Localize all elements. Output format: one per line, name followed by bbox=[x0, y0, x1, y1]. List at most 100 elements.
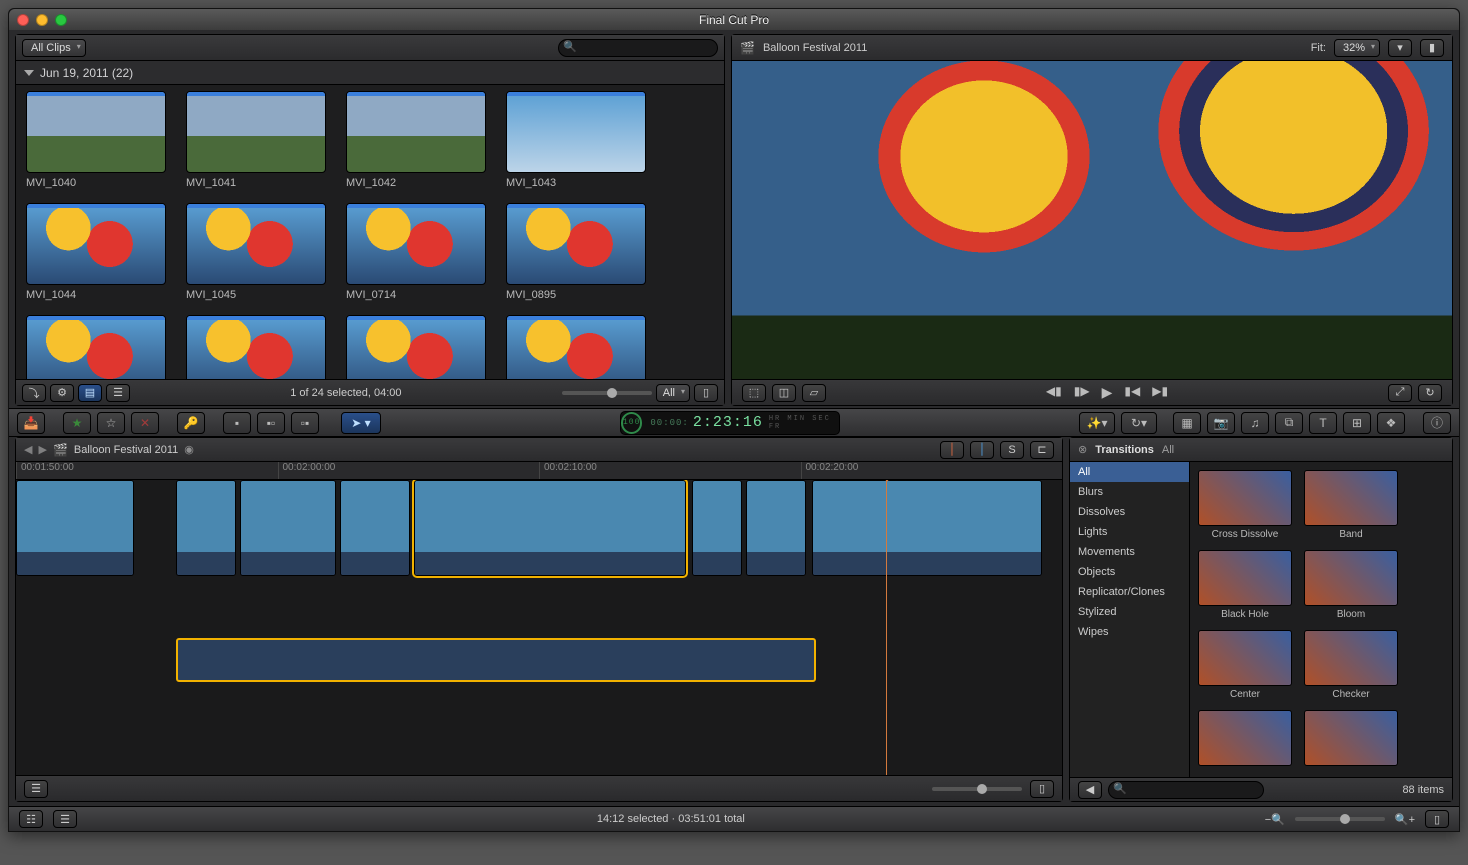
history-back-button[interactable]: ◀ bbox=[24, 443, 32, 456]
prev-edit-button[interactable]: ▮◀ bbox=[1124, 384, 1140, 401]
import-button[interactable]: ⤵ bbox=[22, 384, 46, 402]
rss-icon[interactable]: ◉ bbox=[184, 443, 194, 456]
event-header[interactable]: Jun 19, 2011 (22) bbox=[16, 61, 724, 85]
search-input[interactable] bbox=[558, 39, 718, 57]
clip-item[interactable] bbox=[506, 315, 646, 379]
transition-item[interactable]: Black Hole bbox=[1198, 550, 1292, 620]
clip-appearance-button[interactable]: ▯ bbox=[1030, 780, 1054, 798]
audio-skimming-icon[interactable]: ⎮ bbox=[970, 441, 994, 459]
transition-item[interactable]: Cross Dissolve bbox=[1198, 470, 1292, 540]
clip-item[interactable]: MVI_1041 bbox=[186, 91, 326, 189]
zoom-in-icon[interactable]: 🔍+ bbox=[1395, 813, 1415, 826]
category-item[interactable]: All bbox=[1070, 462, 1189, 482]
category-item[interactable]: Replicator/Clones bbox=[1070, 582, 1189, 602]
transition-item[interactable]: Center bbox=[1198, 630, 1292, 700]
clip-height-icon[interactable]: ▯ bbox=[1425, 810, 1449, 828]
clip-item[interactable] bbox=[346, 315, 486, 379]
zoom-out-icon[interactable]: −🔍 bbox=[1265, 813, 1285, 826]
category-item[interactable]: Dissolves bbox=[1070, 502, 1189, 522]
audio-clip[interactable] bbox=[176, 638, 816, 682]
titles-browser-icon[interactable]: T bbox=[1309, 412, 1337, 434]
zoom-dropdown[interactable]: 32% bbox=[1334, 39, 1380, 57]
unrate-button[interactable]: ☆ bbox=[97, 412, 125, 434]
effects-browser-icon[interactable]: ▦ bbox=[1173, 412, 1201, 434]
timecode-display[interactable]: 100 00:00: 2:23:16 HR MIN SEC FR bbox=[620, 411, 840, 435]
connect-clip-button[interactable]: ▪ bbox=[223, 412, 251, 434]
settings-gear-icon[interactable]: ⚙ bbox=[50, 384, 74, 402]
fullscreen-icon[interactable]: ⤢ bbox=[1388, 384, 1412, 402]
category-item[interactable]: Wipes bbox=[1070, 622, 1189, 642]
viewer-canvas[interactable] bbox=[732, 61, 1452, 379]
clip-item[interactable] bbox=[26, 315, 166, 379]
category-item[interactable]: Movements bbox=[1070, 542, 1189, 562]
transition-item[interactable]: Checker bbox=[1304, 630, 1398, 700]
themes-browser-icon[interactable]: ❖ bbox=[1377, 412, 1405, 434]
category-item[interactable]: Stylized bbox=[1070, 602, 1189, 622]
music-browser-icon[interactable]: ♫ bbox=[1241, 412, 1269, 434]
history-fwd-button[interactable]: ▶ bbox=[38, 443, 46, 456]
next-edit-button[interactable]: ▶▮ bbox=[1152, 384, 1168, 401]
transitions-browser-icon[interactable]: ⧉ bbox=[1275, 412, 1303, 434]
background-tasks-icon[interactable]: ☷ bbox=[19, 810, 43, 828]
clip-appearance-icon[interactable]: ▯ bbox=[694, 384, 718, 402]
clip-filter-dropdown[interactable]: All Clips bbox=[22, 39, 86, 57]
reject-button[interactable]: ✕ bbox=[131, 412, 159, 434]
inspector-icon[interactable]: ⓘ bbox=[1423, 412, 1451, 434]
transition-label: Bloom bbox=[1304, 609, 1398, 620]
insert-clip-button[interactable]: ▪▫ bbox=[257, 412, 285, 434]
timeline-body[interactable] bbox=[16, 480, 1062, 775]
filmstrip-view-icon[interactable]: ▤ bbox=[78, 384, 102, 402]
playhead[interactable] bbox=[886, 480, 887, 775]
transform-icon[interactable]: ⬚ bbox=[742, 384, 766, 402]
enhance-button[interactable]: ✨▾ bbox=[1079, 412, 1115, 434]
solo-icon[interactable]: S bbox=[1000, 441, 1024, 459]
import-media-button[interactable]: 📥 bbox=[17, 412, 45, 434]
distort-icon[interactable]: ▱ bbox=[802, 384, 826, 402]
timeline-ruler[interactable]: 00:01:50:0000:02:00:0000:02:10:0000:02:2… bbox=[16, 462, 1062, 480]
clip-item[interactable]: MVI_1042 bbox=[346, 91, 486, 189]
clip-item[interactable]: MVI_1043 bbox=[506, 91, 646, 189]
global-zoom-slider[interactable] bbox=[1295, 817, 1385, 821]
select-tool-button[interactable]: ➤ ▾ bbox=[341, 412, 381, 434]
transitions-search-input[interactable] bbox=[1108, 781, 1264, 799]
category-item[interactable]: Objects bbox=[1070, 562, 1189, 582]
skimming-icon[interactable]: ⎮ bbox=[940, 441, 964, 459]
snapping-icon[interactable]: ⊏ bbox=[1030, 441, 1054, 459]
browser-filter-dropdown[interactable]: All bbox=[656, 384, 690, 402]
transition-item[interactable] bbox=[1198, 710, 1292, 769]
disclosure-triangle-icon[interactable] bbox=[24, 70, 34, 76]
meters-icon[interactable]: ▮ bbox=[1420, 39, 1444, 57]
timeline-index-icon[interactable]: ☰ bbox=[24, 780, 48, 798]
favorite-button[interactable]: ★ bbox=[63, 412, 91, 434]
append-clip-button[interactable]: ▫▪ bbox=[291, 412, 319, 434]
photos-browser-icon[interactable]: 📷 bbox=[1207, 412, 1235, 434]
play-button[interactable]: ▶ bbox=[1102, 384, 1113, 401]
collapse-sidebar-icon[interactable]: ◀ bbox=[1078, 781, 1102, 799]
list-view-icon[interactable]: ☰ bbox=[106, 384, 130, 402]
clip-item[interactable]: MVI_0714 bbox=[346, 203, 486, 301]
selected-clip[interactable] bbox=[414, 480, 686, 576]
retime-button[interactable]: ↻▾ bbox=[1121, 412, 1157, 434]
thumbnail-size-slider[interactable] bbox=[562, 391, 652, 395]
loop-icon[interactable]: ↻ bbox=[1418, 384, 1442, 402]
category-item[interactable]: Lights bbox=[1070, 522, 1189, 542]
transition-item[interactable]: Bloom bbox=[1304, 550, 1398, 620]
generators-browser-icon[interactable]: ⊞ bbox=[1343, 412, 1371, 434]
clip-item[interactable]: MVI_0895 bbox=[506, 203, 646, 301]
prev-frame-button[interactable]: ◀▮ bbox=[1046, 384, 1062, 401]
transition-item[interactable]: Band bbox=[1304, 470, 1398, 540]
next-frame-button[interactable]: ▮▶ bbox=[1074, 384, 1090, 401]
keyword-button[interactable]: 🔑 bbox=[177, 412, 205, 434]
viewer-options-icon[interactable]: ▾ bbox=[1388, 39, 1412, 57]
clip-item[interactable]: MVI_1044 bbox=[26, 203, 166, 301]
transition-item[interactable] bbox=[1304, 710, 1398, 769]
crop-icon[interactable]: ◫ bbox=[772, 384, 796, 402]
timeline-list-icon[interactable]: ☰ bbox=[53, 810, 77, 828]
clip-item[interactable]: MVI_1040 bbox=[26, 91, 166, 189]
timeline-zoom-slider[interactable] bbox=[932, 787, 1022, 791]
media-browser-scope[interactable]: All bbox=[1162, 444, 1174, 456]
category-item[interactable]: Blurs bbox=[1070, 482, 1189, 502]
close-panel-icon[interactable]: ⊗ bbox=[1078, 443, 1087, 456]
clip-item[interactable]: MVI_1045 bbox=[186, 203, 326, 301]
clip-item[interactable] bbox=[186, 315, 326, 379]
